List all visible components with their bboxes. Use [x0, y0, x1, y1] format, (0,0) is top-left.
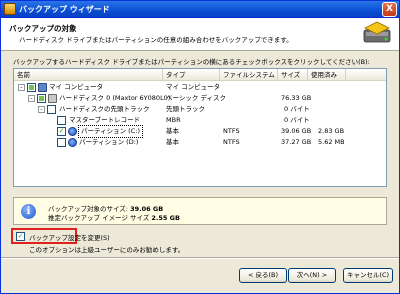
- row-name: マイ コンピュータ: [49, 83, 104, 91]
- row-checkbox[interactable]: [37, 94, 46, 103]
- row-checkbox[interactable]: [47, 105, 56, 114]
- row-type: ベーシック ディスク: [166, 94, 226, 102]
- collapse-toggle[interactable]: -: [28, 95, 35, 102]
- collapse-toggle[interactable]: -: [18, 84, 25, 91]
- row-type: 基本: [166, 138, 179, 146]
- partition-icon: [68, 127, 77, 136]
- table-row[interactable]: - ハードディスクの先頭トラック 先頭トラック 0 バイト: [14, 104, 386, 115]
- row-size: 0 バイト: [284, 116, 310, 124]
- row-used: 2.83 GB: [318, 127, 345, 135]
- row-type: 先頭トラック: [166, 105, 205, 113]
- table-row[interactable]: ✓ パーティション (C:) 基本 NTFS 39.06 GB 2.83 GB: [14, 125, 386, 138]
- row-name: ハードディスクの先頭トラック: [59, 105, 150, 113]
- instruction-text: バックアップするハードディスク ドライブまたはパーティションの横にあるチェックボ…: [13, 58, 370, 66]
- estimated-size-label: 推定バックアップ イメージ サイズ: [48, 214, 152, 222]
- advanced-users-note: このオプションは上級ユーザーにのみお勧めします。: [29, 246, 185, 254]
- summary-panel: i バックアップ対象のサイズ: 39.06 GB 推定バックアップ イメージ サ…: [13, 197, 387, 225]
- title-bar[interactable]: バックアップ ウィザード X: [1, 1, 399, 18]
- row-name: マスターブートレコード: [69, 116, 141, 124]
- row-checkbox[interactable]: [57, 116, 66, 125]
- computer-icon: [38, 83, 47, 92]
- footer-separator: [1, 257, 399, 259]
- row-type: MBR: [166, 116, 181, 124]
- table-row[interactable]: マスターブートレコード MBR 0 バイト: [14, 115, 386, 126]
- window-title: バックアップ ウィザード: [19, 5, 110, 14]
- table-row[interactable]: - ハードディスク 0 (Maxtor 6Y080L0) ベーシック ディスク …: [14, 93, 386, 104]
- row-size: 76.33 GB: [281, 94, 312, 102]
- info-icon: i: [21, 204, 36, 219]
- row-checkbox[interactable]: ✓: [57, 127, 66, 136]
- estimated-size-line: 推定バックアップ イメージ サイズ 2.55 GB: [48, 212, 180, 222]
- next-button[interactable]: 次へ(N) >: [288, 268, 336, 283]
- back-button[interactable]: < 戻る(B): [239, 268, 287, 283]
- backup-wizard-window: バックアップ ウィザード X バックアップの対象 ハードディスク ドライブまたは…: [0, 0, 400, 294]
- cancel-button[interactable]: キャンセル(C): [343, 268, 393, 283]
- row-used: 5.62 MB: [318, 138, 345, 146]
- close-button[interactable]: X: [382, 2, 397, 17]
- column-header-type[interactable]: タイプ: [163, 69, 220, 81]
- list-header: 名前 タイプ ファイルシステム サイズ 使用済み: [14, 69, 386, 81]
- row-type: マイ コンピュータ: [166, 83, 221, 91]
- row-checkbox[interactable]: [57, 138, 66, 147]
- row-filesystem: NTFS: [223, 127, 240, 135]
- wizard-app-icon: [4, 3, 16, 15]
- column-header-used[interactable]: 使用済み: [308, 69, 346, 81]
- row-type: 基本: [166, 127, 179, 135]
- table-row[interactable]: パーティション (D:) 基本 NTFS 37.27 GB 5.62 MB: [14, 137, 386, 148]
- table-row[interactable]: - マイ コンピュータ マイ コンピュータ: [14, 82, 386, 93]
- collapse-toggle[interactable]: -: [38, 106, 45, 113]
- disk-icon: [48, 94, 57, 103]
- row-name: パーティション (D:): [79, 138, 139, 146]
- partition-icon: [68, 138, 77, 147]
- wizard-header: バックアップの対象 ハードディスク ドライブまたはパーティションの任意の組み合わ…: [1, 18, 399, 51]
- estimated-size-value: 2.55 GB: [151, 214, 180, 222]
- row-size: 0 バイト: [284, 105, 310, 113]
- column-header-size[interactable]: サイズ: [278, 69, 308, 81]
- backup-drive-icon: [363, 21, 391, 43]
- page-title: バックアップの対象: [9, 24, 77, 33]
- row-name: パーティション (C:): [78, 125, 143, 138]
- change-settings-checkbox[interactable]: ✓: [16, 232, 25, 241]
- row-size: 39.06 GB: [281, 127, 312, 135]
- column-header-name[interactable]: 名前: [14, 69, 163, 81]
- drive-selection-list[interactable]: 名前 タイプ ファイルシステム サイズ 使用済み - マイ コンピュータ マイ …: [13, 68, 387, 187]
- page-subtitle: ハードディスク ドライブまたはパーティションの任意の組み合わせをバックアップでき…: [19, 36, 293, 44]
- row-checkbox[interactable]: [27, 83, 36, 92]
- column-header-filesystem[interactable]: ファイルシステム: [220, 69, 278, 81]
- change-settings-label[interactable]: バックアップ設定を変更(S): [29, 232, 110, 242]
- row-name: ハードディスク 0 (Maxtor 6Y080L0): [59, 94, 171, 102]
- row-size: 37.27 GB: [281, 138, 312, 146]
- row-filesystem: NTFS: [223, 138, 240, 146]
